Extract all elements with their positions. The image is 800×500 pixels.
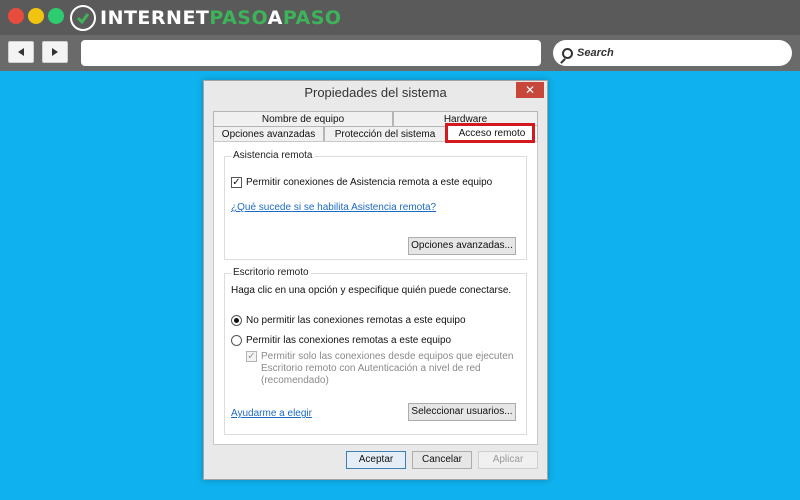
logo-text-paso: PASO bbox=[209, 7, 268, 29]
tab-opciones-avanzadas[interactable]: Opciones avanzadas bbox=[213, 126, 324, 142]
checkmark-icon: ✓ bbox=[247, 351, 256, 362]
highlight-box bbox=[445, 123, 535, 143]
nla-label-line2: Escritorio remoto con Autenticación a ni… bbox=[261, 363, 481, 374]
remote-assistance-help-link[interactable]: ¿Qué sucede si se habilita Asistencia re… bbox=[231, 202, 436, 213]
nla-checkbox[interactable]: ✓ bbox=[246, 351, 257, 362]
browser-title-bar: INTERNETPASOAPASO bbox=[0, 0, 800, 35]
dialog-title: Propiedades del sistema bbox=[304, 85, 447, 100]
tab-nombre-de-equipo[interactable]: Nombre de equipo bbox=[213, 111, 393, 127]
site-logo[interactable]: INTERNETPASOAPASO bbox=[70, 4, 342, 32]
nla-label-line1: Permitir solo las conexiones desde equip… bbox=[261, 351, 514, 362]
search-icon bbox=[562, 47, 573, 59]
close-icon: ✕ bbox=[524, 83, 536, 97]
tab-proteccion-del-sistema[interactable]: Protección del sistema bbox=[324, 126, 446, 142]
asistencia-remota-label: Asistencia remota bbox=[231, 150, 315, 161]
select-users-button[interactable]: Seleccionar usuarios... bbox=[408, 403, 516, 421]
browser-toolbar: Search bbox=[0, 35, 800, 71]
asistencia-remota-group: Asistencia remota ✓ Permitir conexiones … bbox=[224, 150, 527, 260]
escritorio-remoto-label: Escritorio remoto bbox=[231, 267, 311, 278]
radio-allow-remote-label: Permitir las conexiones remotas a este e… bbox=[246, 335, 452, 346]
minimize-window-button[interactable] bbox=[28, 8, 44, 24]
advanced-options-button[interactable]: Opciones avanzadas... bbox=[408, 237, 516, 255]
radio-disallow-remote[interactable] bbox=[231, 315, 242, 326]
maximize-window-button[interactable] bbox=[48, 8, 64, 24]
allow-remote-assistance-label: Permitir conexiones de Asistencia remota… bbox=[246, 177, 493, 188]
cancel-button[interactable]: Cancelar bbox=[412, 451, 472, 469]
logo-text-internet: INTERNET bbox=[100, 7, 210, 29]
logo-text-a: A bbox=[267, 7, 283, 29]
apply-button[interactable]: Aplicar bbox=[478, 451, 538, 469]
checkmark-icon: ✓ bbox=[232, 177, 241, 188]
back-arrow-icon bbox=[18, 48, 24, 56]
back-button[interactable] bbox=[8, 41, 34, 63]
search-placeholder: Search bbox=[577, 47, 614, 59]
radio-selected-dot bbox=[234, 318, 239, 323]
search-input[interactable]: Search bbox=[553, 40, 792, 66]
ok-button[interactable]: Aceptar bbox=[346, 451, 406, 469]
help-me-choose-link[interactable]: Ayudarme a elegir bbox=[231, 408, 312, 419]
nla-label-line3: (recomendado) bbox=[261, 375, 329, 386]
forward-arrow-icon bbox=[52, 48, 58, 56]
logo-text-paso-2: PASO bbox=[282, 7, 342, 29]
forward-button[interactable] bbox=[42, 41, 68, 63]
dialog-close-button[interactable]: ✕ bbox=[516, 82, 544, 98]
remote-desktop-instructions: Haga clic en una opción y especifique qu… bbox=[231, 285, 512, 296]
tab-panel-acceso-remoto: Asistencia remota ✓ Permitir conexiones … bbox=[213, 141, 538, 445]
dialog-title-bar: Propiedades del sistema ✕ bbox=[204, 81, 547, 105]
address-bar[interactable] bbox=[81, 40, 541, 66]
allow-remote-assistance-checkbox[interactable]: ✓ bbox=[231, 177, 242, 188]
radio-allow-remote[interactable] bbox=[231, 335, 242, 346]
radio-disallow-remote-label: No permitir las conexiones remotas a est… bbox=[246, 315, 466, 326]
close-window-button[interactable] bbox=[8, 8, 24, 24]
escritorio-remoto-group: Escritorio remoto Haga clic en una opció… bbox=[224, 267, 527, 435]
logo-checkmark-icon bbox=[70, 5, 96, 31]
